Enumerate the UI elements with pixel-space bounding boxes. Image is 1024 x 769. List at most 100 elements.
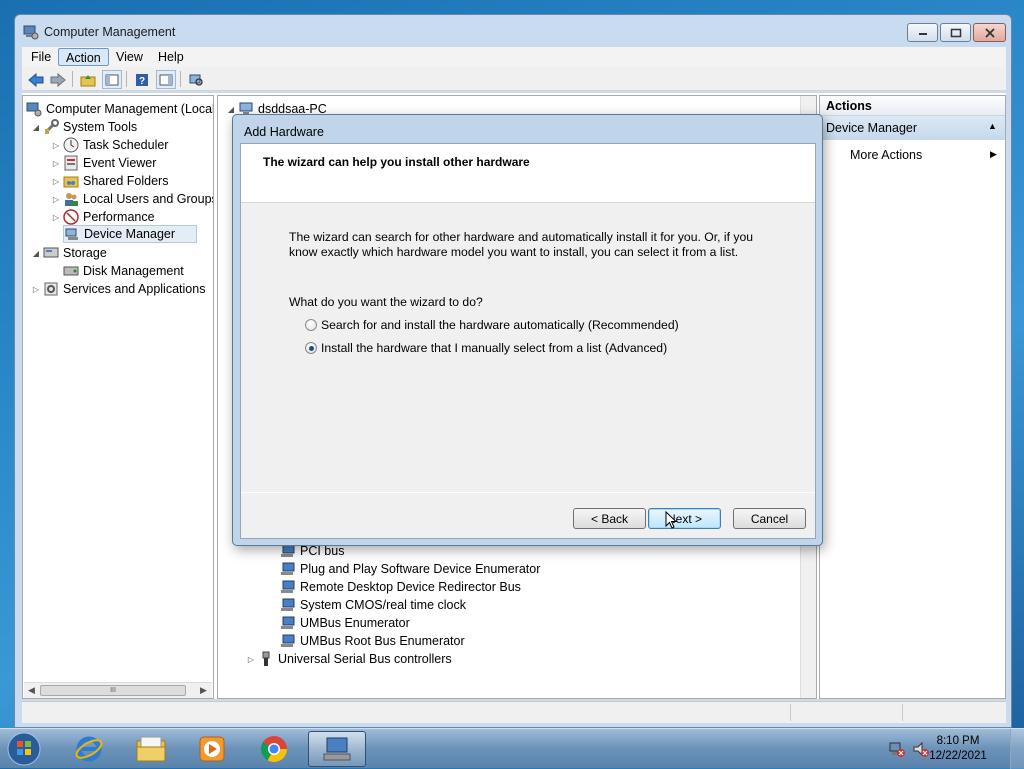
- forward-button[interactable]: [48, 70, 68, 89]
- internet-explorer-icon: [75, 736, 103, 762]
- computer-management-icon: [26, 102, 42, 117]
- event-viewer-icon: [64, 155, 78, 171]
- device-item[interactable]: UMBus Root Bus Enumerator: [280, 632, 465, 650]
- radio-button-unchecked[interactable]: [305, 319, 317, 331]
- scroll-left-icon[interactable]: ◀: [28, 685, 35, 696]
- option-search-automatically[interactable]: Search for and install the hardware auto…: [305, 318, 679, 332]
- show-hide-action-pane-button[interactable]: [156, 70, 176, 89]
- dialog-question: What do you want the wizard to do?: [289, 295, 483, 309]
- clock-date: 12/22/2021: [929, 750, 987, 762]
- menu-help[interactable]: Help: [151, 48, 191, 66]
- option-label: Install the hardware that I manually sel…: [321, 341, 668, 355]
- restore-icon: [950, 28, 961, 37]
- svg-text:?: ?: [139, 76, 145, 87]
- tools-icon: [44, 119, 59, 134]
- maximize-button[interactable]: [940, 23, 971, 42]
- performance-icon: [63, 209, 79, 225]
- tree-item-local-users-groups[interactable]: ▷ Local Users and Groups: [51, 190, 213, 208]
- expand-icon[interactable]: ▷: [51, 195, 61, 204]
- tree-item-system-tools[interactable]: ◢ System Tools: [31, 118, 137, 136]
- tree-item-label: System Tools: [63, 120, 138, 134]
- start-button[interactable]: [4, 730, 44, 768]
- scroll-right-icon[interactable]: ▶: [200, 685, 207, 696]
- menu-action[interactable]: Action: [58, 48, 109, 66]
- expand-icon[interactable]: ▷: [51, 213, 61, 222]
- menu-file[interactable]: File: [24, 48, 58, 66]
- menu-view[interactable]: View: [109, 48, 150, 66]
- device-item[interactable]: System CMOS/real time clock: [280, 596, 466, 614]
- device-item[interactable]: Plug and Play Software Device Enumerator: [280, 560, 540, 578]
- cancel-button[interactable]: Cancel: [733, 508, 806, 529]
- show-desktop-button[interactable]: [1010, 729, 1024, 769]
- tree-item-performance[interactable]: ▷ Performance: [51, 208, 155, 226]
- collapse-icon[interactable]: ◢: [31, 123, 41, 132]
- radio-button-checked[interactable]: [305, 342, 317, 354]
- expand-icon[interactable]: ▷: [246, 655, 256, 664]
- back-button[interactable]: < Back: [573, 508, 646, 529]
- system-device-icon: [281, 598, 295, 611]
- tree-item-storage[interactable]: ◢ Storage: [31, 244, 107, 262]
- tree-item-label: Device Manager: [84, 227, 176, 241]
- help-button[interactable]: ?: [132, 70, 152, 89]
- more-actions-link[interactable]: More Actions: [850, 148, 922, 162]
- console-tree-pane: Computer Management (Local ◢ System Tool…: [22, 95, 214, 699]
- dialog-title: Add Hardware: [244, 125, 324, 139]
- tree-item-services-applications[interactable]: ▷ Services and Applications: [31, 280, 206, 298]
- device-item[interactable]: UMBus Enumerator: [280, 614, 410, 632]
- system-clock[interactable]: 8:10 PM 12/22/2021: [928, 734, 988, 764]
- folder-up-icon: [80, 74, 96, 86]
- collapse-up-icon[interactable]: ▲: [988, 121, 997, 131]
- add-hardware-dialog: Add Hardware The wizard can help you ins…: [232, 114, 823, 546]
- taskbar-media-player[interactable]: [183, 731, 241, 767]
- option-select-manually[interactable]: Install the hardware that I manually sel…: [305, 341, 667, 355]
- tree-item-label: Storage: [63, 246, 107, 260]
- network-tray-icon[interactable]: [888, 740, 906, 758]
- device-category-usb[interactable]: ▷ Universal Serial Bus controllers: [246, 650, 452, 668]
- tree-item-task-scheduler[interactable]: ▷ Task Scheduler: [51, 136, 168, 154]
- expand-icon[interactable]: ▷: [31, 285, 41, 294]
- taskbar-chrome[interactable]: [245, 731, 303, 767]
- taskbar-internet-explorer[interactable]: [60, 731, 118, 767]
- show-hide-tree-button[interactable]: [102, 70, 122, 89]
- expand-icon[interactable]: ▷: [51, 177, 61, 186]
- tree-item-disk-management[interactable]: Disk Management: [63, 262, 184, 280]
- tree-horizontal-scrollbar[interactable]: ◀ III ▶: [24, 682, 212, 698]
- services-icon: [44, 282, 58, 296]
- next-button[interactable]: Next >: [648, 508, 721, 529]
- taskbar-computer-management[interactable]: [308, 731, 366, 767]
- footer-divider: [241, 492, 815, 493]
- chrome-icon: [260, 736, 288, 763]
- media-player-icon: [199, 736, 225, 762]
- device-label: UMBus Enumerator: [300, 616, 410, 630]
- tree-item-shared-folders[interactable]: ▷ Shared Folders: [51, 172, 169, 190]
- tree-root[interactable]: Computer Management (Local: [26, 100, 214, 118]
- scan-hardware-icon: [189, 74, 203, 86]
- tree-item-label: Event Viewer: [83, 156, 157, 170]
- menu-bar: File Action View Help: [22, 47, 1006, 67]
- device-label: Universal Serial Bus controllers: [278, 652, 452, 666]
- scroll-thumb[interactable]: III: [40, 685, 186, 696]
- taskbar-file-explorer[interactable]: [122, 731, 180, 767]
- tree-item-label: Performance: [83, 210, 155, 224]
- actions-section-device-manager[interactable]: Device Manager ▲: [820, 116, 1005, 140]
- expand-icon[interactable]: ▷: [51, 141, 61, 150]
- minimize-button[interactable]: [907, 23, 938, 42]
- device-label: Remote Desktop Device Redirector Bus: [300, 580, 521, 594]
- collapse-icon[interactable]: ◢: [31, 249, 41, 258]
- tree-item-device-manager[interactable]: Device Manager: [63, 225, 197, 243]
- up-level-button[interactable]: [78, 70, 98, 89]
- scan-hardware-button[interactable]: [186, 70, 206, 89]
- device-item[interactable]: Remote Desktop Device Redirector Bus: [280, 578, 521, 596]
- clock-time: 8:10 PM: [936, 735, 980, 747]
- expand-icon[interactable]: ▷: [51, 159, 61, 168]
- device-label: Plug and Play Software Device Enumerator: [300, 562, 541, 576]
- title-bar[interactable]: Computer Management: [15, 15, 1011, 47]
- tree-root-label: Computer Management (Local: [46, 102, 214, 116]
- status-divider: [902, 704, 903, 721]
- back-arrow-icon: [28, 72, 44, 87]
- back-button[interactable]: [26, 70, 46, 89]
- close-button[interactable]: [973, 23, 1006, 42]
- collapse-icon[interactable]: ◢: [226, 105, 236, 114]
- network-error-icon: [889, 742, 905, 757]
- tree-item-event-viewer[interactable]: ▷ Event Viewer: [51, 154, 156, 172]
